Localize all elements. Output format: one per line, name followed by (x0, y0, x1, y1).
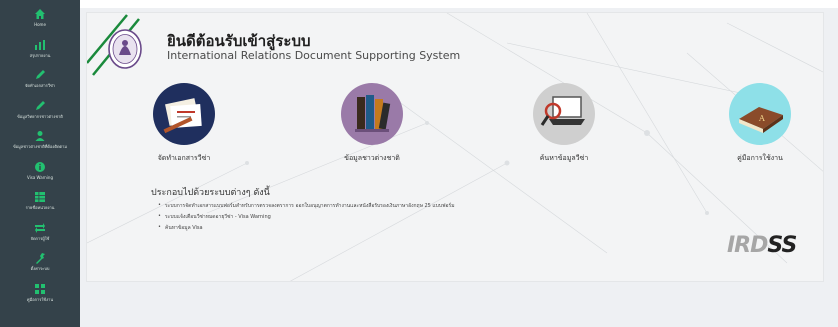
sidebar-item-label: จัดการผู้ใช้ (30, 235, 50, 241)
sidebar-item-label: Visa Warning (26, 174, 53, 180)
sidebar-item-label: สรุปรายงาน (29, 52, 51, 58)
irdss-brand-logo: IRDSS (727, 233, 797, 258)
menu-visa-search[interactable]: ค้นหาข้อมูลวีซ่า (505, 83, 615, 173)
sidebar-item[interactable]: Visa Warning (0, 161, 80, 191)
top-bar (80, 0, 838, 8)
exchange-icon (33, 222, 47, 234)
menu-label: จัดทำเอกสารวีซ่า (157, 154, 211, 162)
binders-icon (341, 83, 403, 145)
table-icon (33, 191, 47, 203)
sidebar-item[interactable]: สรุปรายงาน (0, 39, 80, 69)
menu-user-manual[interactable]: A คู่มือการใช้งาน (701, 83, 811, 173)
user-icon (33, 130, 47, 142)
sidebar-item[interactable]: จัดการผู้ใช้ (0, 222, 80, 252)
sidebar-item-label: ข้อมูลชาวต่างชาติที่ต้องติดตาม (12, 144, 68, 149)
wrench-icon (33, 252, 47, 264)
welcome-banner: ยินดีต้อนรับเข้าสู่ระบบ International Re… (86, 12, 824, 282)
documents-icon (153, 83, 215, 145)
sidebar-item[interactable]: ข้อมูลวิทยากรชาวต่างชาติ (0, 100, 80, 130)
grid-icon (33, 283, 47, 295)
feature-item: ระบบการจัดทำเอกสารแบบฟอร์มสำหรับการตรวจล… (158, 202, 455, 210)
search-laptop-icon (533, 83, 595, 145)
sidebar-item-label: รายชื่อหน่วยงาน (25, 205, 55, 210)
system-name: International Relations Document Support… (167, 49, 461, 62)
menu-foreigner-info[interactable]: ข้อมูลชาวต่างชาติ (313, 83, 423, 173)
sidebar-item[interactable]: รายชื่อหน่วยงาน (0, 191, 80, 221)
home-icon (33, 8, 47, 20)
sidebar-item[interactable]: Home (0, 8, 80, 38)
info-icon (33, 161, 47, 173)
university-seal-icon (108, 29, 142, 69)
menu-label: คู่มือการใช้งาน (737, 154, 783, 162)
menu-label: ค้นหาข้อมูลวีซ่า (539, 154, 589, 162)
sidebar-item[interactable]: คู่มือการใช้งาน (0, 283, 80, 313)
sidebar-item[interactable]: จัดทำเอกสารวีซ่า (0, 69, 80, 99)
intro-heading: ประกอบไปด้วยระบบต่างๆ ดังนี้ (151, 188, 270, 198)
sidebar-item-label: คู่มือการใช้งาน (26, 296, 54, 302)
svg-text:A: A (758, 114, 765, 123)
menu-label: ข้อมูลชาวต่างชาติ (344, 154, 400, 162)
feature-item: ระบบแจ้งเตือนวีซ่าหมดอายุวีซ่า - Visa Wa… (158, 213, 271, 221)
pencil-icon (33, 69, 47, 81)
sidebar-item[interactable]: ตั้งค่าระบบ (0, 252, 80, 282)
sidebar-item-label: Home (34, 22, 46, 27)
pencil-icon (33, 100, 47, 112)
sidebar-item[interactable]: ข้อมูลชาวต่างชาติที่ต้องติดตาม (0, 130, 80, 160)
bar-chart-icon (33, 39, 47, 51)
sidebar-item-label: ตั้งค่าระบบ (30, 266, 50, 271)
sidebar-item-label: จัดทำเอกสารวีซ่า (24, 83, 56, 88)
sidebar-item-label: ข้อมูลวิทยากรชาวต่างชาติ (17, 113, 63, 119)
book-icon: A (729, 83, 791, 145)
menu-visa-documents[interactable]: จัดทำเอกสารวีซ่า (125, 83, 235, 173)
feature-item: ค้นหาข้อมูล Visa (158, 224, 203, 232)
sidebar: Home สรุปรายงานจัดทำเอกสารวีซ่าข้อมูลวิทย… (0, 0, 80, 327)
